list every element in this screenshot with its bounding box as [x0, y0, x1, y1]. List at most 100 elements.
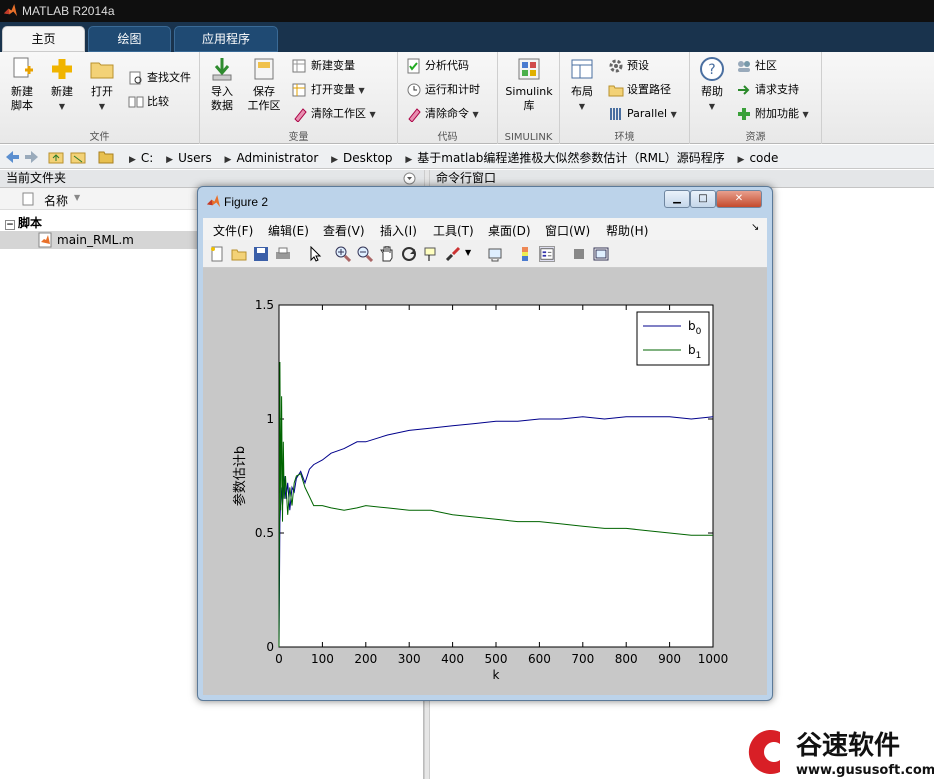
clear-workspace-icon: [294, 108, 307, 122]
back-icon[interactable]: [4, 149, 20, 165]
new-button[interactable]: 新建 ▼: [44, 56, 80, 114]
ribbon-caption-code: 代码: [437, 132, 458, 143]
save-workspace-button[interactable]: 保存 工作区: [244, 56, 284, 113]
matlab-logo-icon: [206, 194, 221, 208]
show-plot-tools-icon[interactable]: [593, 246, 609, 262]
request-support-button[interactable]: 请求支持: [736, 80, 799, 100]
zoom-in-icon[interactable]: [335, 246, 351, 262]
compare-button[interactable]: 比较: [128, 92, 169, 112]
layout-button[interactable]: 布局 ▼: [564, 56, 600, 114]
collapse-icon[interactable]: −: [5, 220, 15, 230]
breadcrumb-item[interactable]: C:: [141, 151, 153, 165]
simulink-library-button[interactable]: Simulink 库: [502, 56, 556, 113]
simulink-library-icon: [518, 58, 540, 80]
print-icon[interactable]: [275, 246, 291, 262]
folder-icon: [98, 151, 114, 164]
legend-icon[interactable]: [539, 246, 555, 262]
close-button[interactable]: ✕: [716, 190, 762, 208]
pan-hand-icon[interactable]: [379, 246, 395, 262]
x-tick-label: 900: [658, 652, 681, 666]
breadcrumb: ▶ C: ▶ Users ▶ Administrator ▶ Desktop ▶ 基于ma…: [124, 149, 782, 166]
menu-view[interactable]: 查看(V): [323, 222, 365, 239]
clear-workspace-button[interactable]: 清除工作区 ▼: [292, 104, 376, 124]
menubar-overflow-icon[interactable]: ↘: [751, 222, 759, 233]
ribbon-section-code: 分析代码 运行和计时 清除命令 ▼ 代码: [398, 52, 498, 144]
menu-file[interactable]: 文件(F): [213, 222, 253, 239]
breadcrumb-item[interactable]: code: [749, 151, 778, 165]
y-tick-label: 0.5: [255, 526, 274, 540]
menu-window[interactable]: 窗口(W): [545, 222, 590, 239]
new-figure-icon[interactable]: [209, 246, 225, 262]
new-script-button[interactable]: 新建 脚本: [4, 56, 40, 113]
panel-menu-icon[interactable]: [403, 172, 416, 185]
breadcrumb-item[interactable]: 基于matlab编程递推极大似然参数估计（RML）源码程序: [417, 151, 724, 165]
save-icon[interactable]: [253, 246, 269, 262]
maximize-button[interactable]: □: [690, 190, 716, 208]
group-row-scripts[interactable]: − 脚本: [0, 214, 42, 231]
set-path-button[interactable]: 设置路径: [608, 80, 671, 100]
brush-icon[interactable]: [445, 246, 461, 262]
run-and-time-button[interactable]: 运行和计时: [406, 80, 480, 100]
menu-desktop[interactable]: 桌面(D): [488, 222, 531, 239]
menu-insert[interactable]: 插入(I): [380, 222, 417, 239]
tab-plots[interactable]: 绘图: [88, 26, 171, 52]
minimize-button[interactable]: ▁: [664, 190, 690, 208]
layout-dropdown-icon: ▼: [578, 102, 586, 111]
app-titlebar: MATLAB R2014a: [0, 0, 934, 22]
breadcrumb-separator-icon: ▶: [405, 155, 413, 165]
data-cursor-icon[interactable]: [423, 246, 439, 262]
import-icon: [212, 58, 232, 81]
menu-tools[interactable]: 工具(T): [433, 222, 474, 239]
help-button[interactable]: ? 帮助 ▼: [694, 56, 730, 114]
link-plot-icon[interactable]: [487, 246, 503, 262]
breadcrumb-item[interactable]: Administrator: [236, 151, 318, 165]
brush-dropdown-icon[interactable]: ▼: [465, 248, 471, 257]
x-tick-label: 400: [441, 652, 464, 666]
breadcrumb-item[interactable]: Desktop: [343, 151, 393, 165]
pointer-icon[interactable]: [307, 246, 323, 262]
tab-home[interactable]: 主页: [2, 26, 85, 52]
x-tick-label: 200: [354, 652, 377, 666]
legend[interactable]: b0 b1: [636, 311, 710, 366]
community-button[interactable]: 社区: [736, 56, 777, 76]
matlab-logo-icon: [3, 3, 18, 17]
import-data-button[interactable]: 导入 数据: [204, 56, 240, 113]
hide-plot-tools-icon[interactable]: [571, 246, 587, 262]
parallel-label: Parallel: [627, 107, 668, 120]
set-path-icon: [608, 85, 624, 97]
run-and-time-icon: [407, 83, 421, 97]
up-folder-icon[interactable]: [48, 149, 64, 165]
parallel-dropdown-icon: ▼: [670, 110, 677, 119]
svg-text:谷速软件: 谷速软件: [796, 731, 900, 761]
open-variable-button[interactable]: 打开变量 ▼: [292, 80, 365, 100]
y-tick-label: 1: [266, 412, 274, 426]
zoom-out-icon[interactable]: [357, 246, 373, 262]
tab-apps[interactable]: 应用程序: [174, 26, 278, 52]
open-variable-dropdown-icon: ▼: [358, 86, 365, 95]
breadcrumb-separator-icon: ▶: [166, 155, 174, 165]
close-icon: ✕: [734, 193, 744, 204]
parallel-button[interactable]: Parallel ▼: [608, 104, 677, 124]
gusu-watermark-logo: 谷速软件 www.gususoft.com: [736, 724, 934, 779]
add-ons-button[interactable]: 附加功能 ▼: [736, 104, 809, 124]
find-files-label: 查找文件: [147, 71, 191, 84]
menu-help[interactable]: 帮助(H): [606, 222, 648, 239]
ribbon-caption-file: 文件: [89, 132, 110, 143]
colorbar-icon[interactable]: [517, 246, 533, 262]
find-files-button[interactable]: 查找文件: [128, 68, 191, 88]
figure-window: Figure 2 ▁ □ ✕ 文件(F) 编辑(E) 查看(V) 插入(I) 工…: [197, 186, 773, 701]
rotate-3d-icon[interactable]: [401, 246, 417, 262]
open-file-icon[interactable]: [231, 246, 247, 262]
ribbon-caption-variable: 变量: [288, 132, 309, 143]
menu-edit[interactable]: 编辑(E): [268, 222, 309, 239]
clear-commands-button[interactable]: 清除命令 ▼: [406, 104, 479, 124]
analyze-code-button[interactable]: 分析代码: [406, 56, 469, 76]
breadcrumb-item[interactable]: Users: [178, 151, 212, 165]
column-name-header[interactable]: 名称: [44, 192, 68, 209]
x-tick-label: 1000: [698, 652, 729, 666]
open-button[interactable]: 打开 ▼: [84, 56, 120, 114]
forward-icon[interactable]: [24, 149, 40, 165]
browse-folder-icon[interactable]: [70, 149, 86, 165]
new-variable-button[interactable]: 新建变量: [292, 56, 355, 76]
preferences-button[interactable]: 预设: [608, 56, 649, 76]
